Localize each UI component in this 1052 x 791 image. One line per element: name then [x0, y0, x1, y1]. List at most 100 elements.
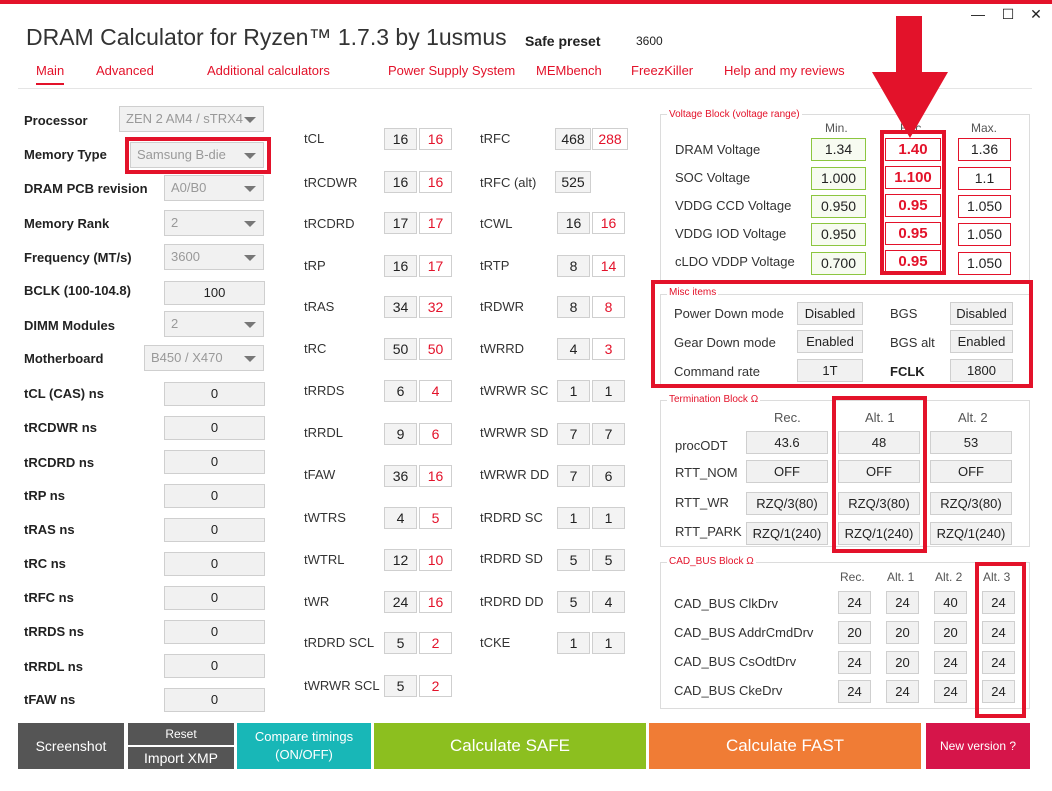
- calculate-safe-button[interactable]: Calculate SAFE: [374, 723, 646, 769]
- timing-value[interactable]: 5: [557, 549, 590, 571]
- ns-input[interactable]: 0: [164, 552, 265, 576]
- voltage-max: 1.1: [958, 167, 1011, 190]
- ns-input[interactable]: 0: [164, 620, 265, 644]
- bclk-input[interactable]: 100: [164, 281, 265, 305]
- tab-main[interactable]: Main: [36, 63, 65, 85]
- timing-value[interactable]: 5: [384, 632, 417, 654]
- pcb-revision-label: DRAM PCB revision: [24, 181, 148, 196]
- termination-value[interactable]: RZQ/1(240): [930, 522, 1012, 545]
- cadbus-value[interactable]: 24: [934, 680, 967, 703]
- voltage-max: 1.050: [958, 223, 1011, 246]
- import-xmp-button[interactable]: Import XMP: [128, 747, 234, 769]
- preset-label: Safe preset: [525, 33, 601, 49]
- tab-additional-calculators[interactable]: Additional calculators: [207, 63, 330, 78]
- pcb-revision-select[interactable]: A0/B0: [164, 175, 264, 201]
- timing-value[interactable]: 5: [557, 591, 590, 613]
- termination-value[interactable]: OFF: [746, 460, 828, 483]
- cadbus-header-alt1: Alt. 1: [887, 570, 915, 584]
- timing-value-calculated: 288: [592, 128, 628, 150]
- cadbus-value[interactable]: 24: [886, 591, 919, 614]
- cadbus-value[interactable]: 24: [838, 651, 871, 674]
- timing-value[interactable]: 17: [384, 212, 417, 234]
- termination-value[interactable]: 43.6: [746, 431, 828, 454]
- timing-value[interactable]: 7: [557, 423, 590, 445]
- tab-power-supply-system[interactable]: Power Supply System: [388, 63, 515, 78]
- memory-type-highlight: [125, 137, 271, 174]
- timing-value[interactable]: 16: [384, 128, 417, 150]
- termination-value[interactable]: OFF: [930, 460, 1012, 483]
- reset-button[interactable]: Reset: [128, 723, 234, 745]
- chevron-down-icon: [244, 356, 256, 362]
- maximize-icon[interactable]: ☐: [1000, 6, 1016, 23]
- timing-value[interactable]: 4: [557, 338, 590, 360]
- ns-input[interactable]: 0: [164, 688, 265, 712]
- minimize-icon[interactable]: —: [970, 6, 986, 22]
- calculate-fast-button[interactable]: Calculate FAST: [649, 723, 921, 769]
- timing-value[interactable]: 525: [555, 171, 591, 193]
- tab-help-reviews[interactable]: Help and my reviews: [724, 63, 845, 78]
- timing-value[interactable]: 16: [384, 171, 417, 193]
- cadbus-value[interactable]: 40: [934, 591, 967, 614]
- tab-freezkiller[interactable]: FreezKiller: [631, 63, 693, 78]
- ns-input[interactable]: 0: [164, 382, 265, 406]
- ns-label: tFAW ns: [24, 692, 76, 707]
- ns-input[interactable]: 0: [164, 450, 265, 474]
- timing-value-calculated: 8: [592, 296, 625, 318]
- cadbus-value[interactable]: 24: [934, 651, 967, 674]
- timing-value[interactable]: 1: [557, 632, 590, 654]
- termination-value[interactable]: RZQ/1(240): [746, 522, 828, 545]
- timing-value[interactable]: 16: [384, 255, 417, 277]
- timing-label: tRRDS: [304, 383, 345, 398]
- cadbus-value[interactable]: 20: [886, 621, 919, 644]
- frequency-select[interactable]: 3600: [164, 244, 264, 270]
- tab-advanced[interactable]: Advanced: [96, 63, 154, 78]
- timing-value[interactable]: 6: [384, 380, 417, 402]
- cadbus-value[interactable]: 20: [838, 621, 871, 644]
- timing-value[interactable]: 5: [384, 675, 417, 697]
- timing-value[interactable]: 12: [384, 549, 417, 571]
- termination-value[interactable]: RZQ/3(80): [930, 492, 1012, 515]
- timing-value[interactable]: 7: [557, 465, 590, 487]
- ns-input[interactable]: 0: [164, 416, 265, 440]
- voltage-label: cLDO VDDP Voltage: [675, 254, 795, 269]
- compare-timings-button[interactable]: Compare timings (ON/OFF): [237, 723, 371, 769]
- termination-value[interactable]: RZQ/3(80): [746, 492, 828, 515]
- ns-label: tRRDS ns: [24, 624, 84, 639]
- ns-input[interactable]: 0: [164, 484, 265, 508]
- timing-value[interactable]: 1: [557, 507, 590, 529]
- dimm-modules-select[interactable]: 2: [164, 311, 264, 337]
- timing-value-calculated: 2: [419, 632, 452, 654]
- timing-value[interactable]: 9: [384, 423, 417, 445]
- timing-value[interactable]: 8: [557, 296, 590, 318]
- timing-value[interactable]: 468: [555, 128, 591, 150]
- cadbus-value[interactable]: 24: [886, 680, 919, 703]
- timing-value[interactable]: 24: [384, 591, 417, 613]
- cadbus-value[interactable]: 20: [934, 621, 967, 644]
- termination-value[interactable]: 53: [930, 431, 1012, 454]
- processor-select[interactable]: ZEN 2 AM4 / sTRX4: [119, 106, 264, 132]
- memory-rank-select[interactable]: 2: [164, 210, 264, 236]
- new-version-button[interactable]: New version ?: [926, 723, 1030, 769]
- ns-input[interactable]: 0: [164, 586, 265, 610]
- ns-label: tRRDL ns: [24, 659, 83, 674]
- cadbus-value[interactable]: 24: [838, 591, 871, 614]
- misc-highlight: [651, 280, 1033, 388]
- cadbus-value[interactable]: 20: [886, 651, 919, 674]
- tab-membench[interactable]: MEMbench: [536, 63, 602, 78]
- timing-value[interactable]: 1: [557, 380, 590, 402]
- chevron-down-icon: [244, 186, 256, 192]
- ns-input[interactable]: 0: [164, 654, 265, 678]
- timing-value[interactable]: 16: [557, 212, 590, 234]
- cadbus-value[interactable]: 24: [838, 680, 871, 703]
- timing-value-calculated: 17: [419, 255, 452, 277]
- close-icon[interactable]: ✕: [1028, 6, 1044, 23]
- timing-value-calculated: 3: [592, 338, 625, 360]
- timing-value[interactable]: 36: [384, 465, 417, 487]
- screenshot-button[interactable]: Screenshot: [18, 723, 124, 769]
- timing-value[interactable]: 34: [384, 296, 417, 318]
- timing-value[interactable]: 4: [384, 507, 417, 529]
- timing-value[interactable]: 8: [557, 255, 590, 277]
- timing-value[interactable]: 50: [384, 338, 417, 360]
- ns-input[interactable]: 0: [164, 518, 265, 542]
- motherboard-select[interactable]: B450 / X470: [144, 345, 264, 371]
